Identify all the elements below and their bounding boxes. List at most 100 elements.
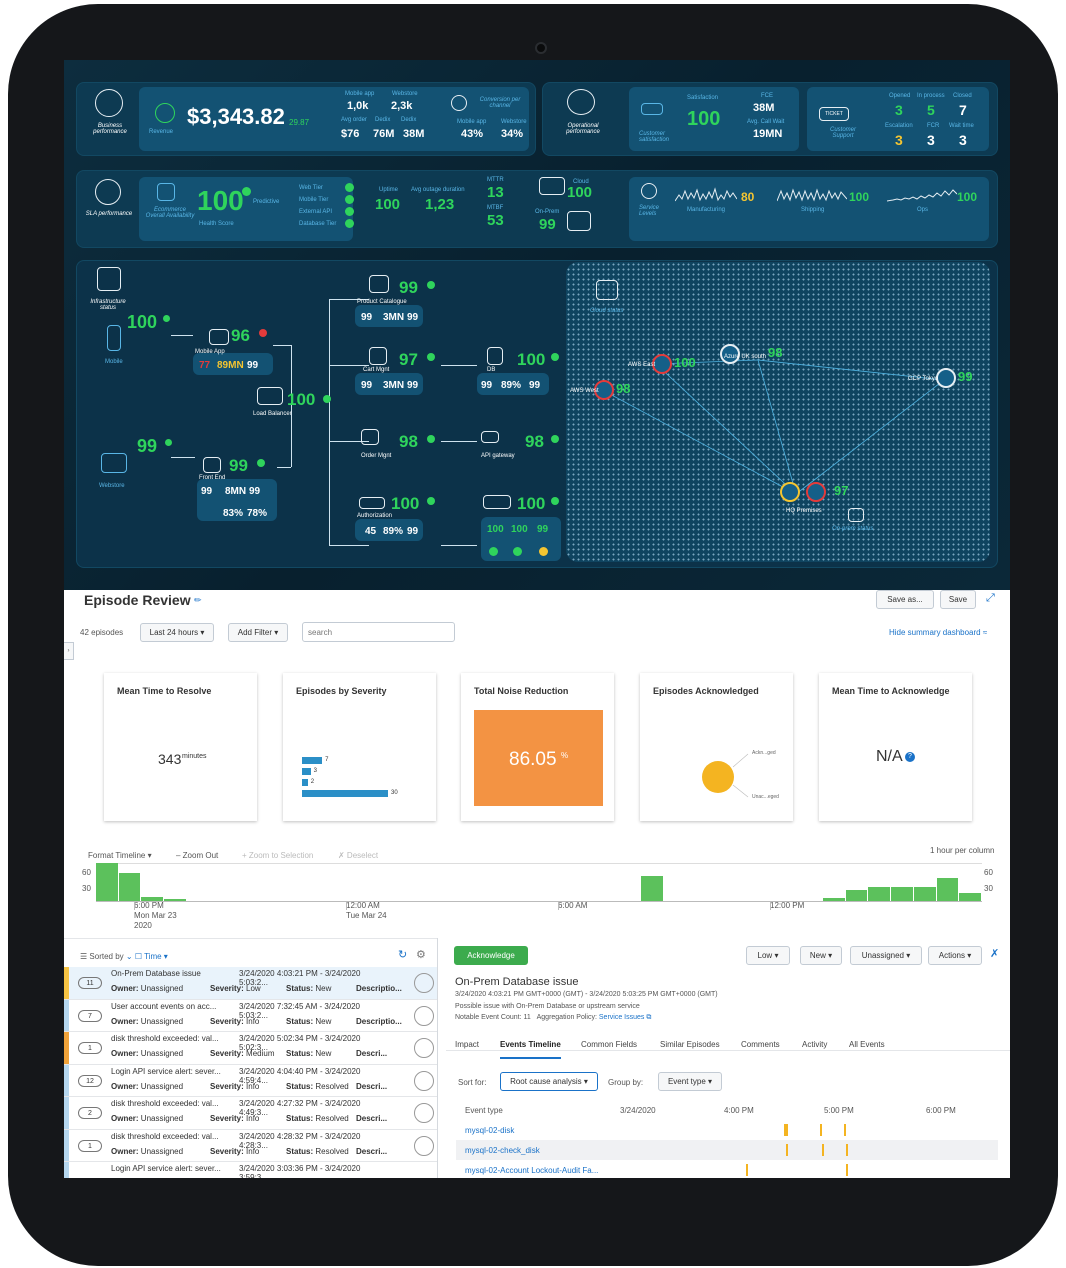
timeline-bar[interactable] [822, 897, 845, 901]
select-circle[interactable] [414, 1135, 434, 1156]
deselect-button[interactable]: ✗ Deselect [338, 851, 378, 860]
episode-row[interactable]: 12 Login API service alert: sever... 3/24/… [64, 1064, 437, 1097]
event-type-dropdown[interactable]: Event type ▾ [658, 1072, 722, 1091]
tab-similar-episodes[interactable]: Similar Episodes [660, 1040, 720, 1049]
tab-comments[interactable]: Comments [741, 1040, 780, 1049]
dc-dot-a [489, 547, 498, 556]
tl-label-0-time: 6:00 PM [134, 901, 164, 910]
revenue-value: $3,343.82 [187, 104, 285, 129]
mobile-orders: 1,0k [347, 100, 369, 112]
front-end-e: 78% [247, 508, 268, 519]
episode-row[interactable]: 7 User account events on acc... 3/24/2020 … [64, 999, 437, 1032]
expand-icon[interactable]: ⤢ [986, 593, 995, 604]
timeline-bar[interactable] [913, 886, 936, 901]
timeline-bar[interactable] [868, 886, 891, 901]
auth-dot [427, 497, 435, 505]
episode-row[interactable]: 11 On-Prem Database issue 3/24/2020 4:03:2… [64, 967, 437, 1000]
dc-dot [551, 497, 559, 505]
close-icon[interactable]: ✗ [990, 949, 999, 960]
save-button[interactable]: Save [940, 590, 976, 609]
root-cause-dropdown[interactable]: Root cause analysis ▾ [500, 1072, 598, 1091]
timeline-bar[interactable] [845, 889, 868, 901]
conn [273, 345, 291, 346]
help-icon[interactable]: ? [905, 752, 915, 762]
owner-field: Owner: Unassigned [111, 984, 184, 993]
status-dropdown[interactable]: New ▾ [800, 946, 842, 965]
dedix-2: Dedix [401, 117, 417, 123]
time-range-dropdown[interactable]: Last 24 hours ▾ [140, 623, 214, 642]
api-icon [481, 431, 499, 443]
actions-dropdown[interactable]: Actions ▾ [928, 946, 982, 965]
collapse-panel-tab[interactable]: › [64, 642, 74, 660]
zoom-out-button[interactable]: – Zoom Out [176, 851, 218, 860]
aws-east-label: AWS East [628, 362, 656, 368]
mobile-app-b: 89MN [217, 360, 244, 371]
tab-common-fields[interactable]: Common Fields [581, 1040, 637, 1049]
dc-b: 100 [511, 524, 528, 535]
save-as-button[interactable]: Save as... [876, 590, 934, 609]
zoom-selection-button[interactable]: + Zoom to Selection [242, 851, 313, 860]
timeline-bar[interactable] [96, 863, 118, 901]
description-field: Descri... [356, 1049, 388, 1058]
y-axis-bot-right: 30 [984, 884, 993, 893]
edit-icon[interactable]: ✏ [194, 596, 202, 605]
tab-activity[interactable]: Activity [802, 1040, 827, 1049]
card-severity-title: Episodes by Severity [296, 686, 387, 696]
sort-field[interactable]: Time [144, 952, 161, 961]
owner-dropdown[interactable]: Unassigned ▾ [850, 946, 922, 965]
severity-bar[interactable] [302, 779, 308, 786]
fce-label: FCE [761, 93, 773, 99]
timeline-bar[interactable] [891, 886, 913, 901]
episode-row[interactable]: Login API service alert: sever... 3/24/20… [64, 1162, 437, 1178]
select-circle[interactable] [414, 1103, 434, 1123]
event-row-0[interactable]: mysql-02-disk [456, 1120, 998, 1140]
status-value: Resolved [315, 1114, 349, 1123]
hq-node-b [806, 482, 826, 502]
search-input[interactable] [302, 622, 455, 642]
severity-bar[interactable] [302, 757, 323, 764]
select-circle[interactable] [414, 973, 434, 993]
tab-events-timeline[interactable]: Events Timeline [500, 1040, 561, 1059]
refresh-icon[interactable]: ↻ [398, 950, 407, 961]
sorted-by-text: Sorted by [89, 952, 124, 961]
cart-mgnt-icon [369, 347, 387, 365]
select-circle[interactable] [414, 1005, 434, 1026]
load-balancer-icon [257, 387, 283, 405]
escalation-value: 3 [895, 132, 903, 148]
timeline-bar[interactable] [118, 873, 141, 901]
catalogue-dot [427, 281, 435, 289]
datacenter-icon [483, 495, 511, 509]
owner-field: Owner: Unassigned [111, 1016, 184, 1026]
event-row-1[interactable]: mysql-02-check_disk [456, 1140, 998, 1160]
hide-summary-link[interactable]: Hide summary dashboard ≈ [889, 628, 987, 637]
tab-all-events[interactable]: All Events [849, 1040, 885, 1049]
episode-row[interactable]: 1 disk threshold exceeded: val... 3/24/202… [64, 1129, 437, 1162]
order-value: 98 [399, 432, 418, 451]
timeline-bar[interactable] [641, 875, 663, 901]
runner-flag-icon [95, 179, 121, 205]
add-filter-dropdown[interactable]: Add Filter ▾ [228, 623, 288, 642]
tab-impact[interactable]: Impact [455, 1040, 479, 1049]
manufacturing-value: 80 [741, 190, 755, 204]
select-circle[interactable] [414, 1070, 434, 1091]
tier-external: External API [299, 209, 333, 215]
policy-link[interactable]: Service Issues [599, 1014, 645, 1021]
timeline-bar[interactable] [959, 893, 981, 901]
timeline-chart[interactable] [96, 863, 982, 902]
status-value: New [809, 951, 826, 960]
mtta-value: N/A [876, 748, 903, 765]
select-circle[interactable] [414, 1038, 434, 1058]
severity-dropdown[interactable]: Low ▾ [746, 946, 790, 965]
severity-bar[interactable] [302, 790, 388, 797]
severity-bar[interactable] [302, 768, 311, 775]
event-row-2[interactable]: mysql-02-Account Lockout-Audit Fa... [456, 1160, 998, 1178]
episode-row[interactable]: 2 disk threshold exceeded: val... 3/24/202… [64, 1097, 437, 1130]
acknowledge-button[interactable]: Acknowledge [454, 946, 528, 965]
timeline-bar[interactable] [936, 877, 959, 901]
episode-row[interactable]: 1 disk threshold exceeded: val... 3/24/202… [64, 1032, 437, 1065]
y-axis-top-left: 60 [82, 868, 91, 877]
severity-value: Info [246, 1016, 260, 1026]
format-timeline-dropdown[interactable]: Format Timeline ▾ [88, 851, 152, 860]
azure-label: Azure UK south [724, 354, 767, 360]
settings-icon[interactable]: ⚙ [416, 950, 426, 961]
